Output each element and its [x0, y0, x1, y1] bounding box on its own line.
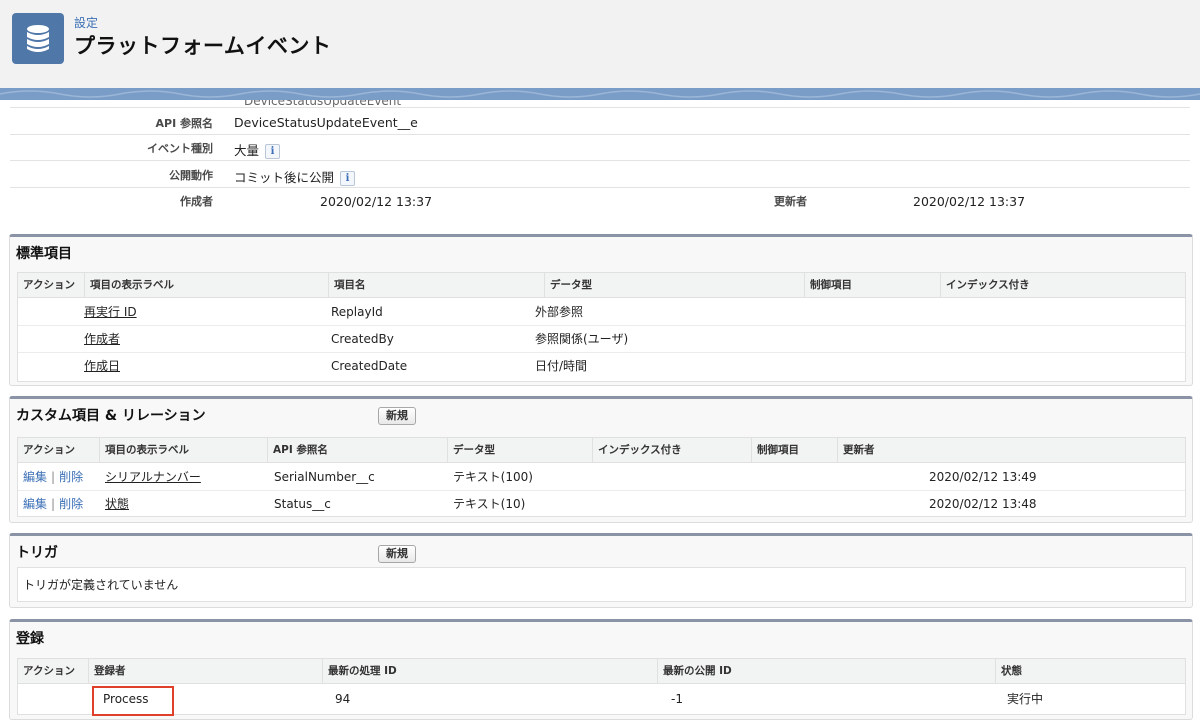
- modified-by-value: 2020/02/12 13:37: [913, 194, 1026, 209]
- section-title: 標準項目: [16, 246, 72, 262]
- col-action: アクション: [23, 279, 75, 291]
- table-header: アクション 項目の表示ラベル API 参照名 データ型 インデックス付き 制御項…: [18, 438, 1185, 463]
- cut-value: DeviceStatusUpdateEvent: [244, 100, 402, 108]
- triggers-section: トリガ 新規 トリガが定義されていません: [9, 533, 1193, 608]
- detail-row-cut: DeviceStatusUpdateEvent: [10, 100, 1190, 108]
- table-row: 作成日 CreatedDate 日付/時間: [18, 353, 1185, 380]
- action-separator: |: [51, 470, 56, 484]
- field-label-link[interactable]: 作成者: [84, 326, 120, 353]
- publish-behavior-value: コミット後に公開: [234, 170, 335, 185]
- info-icon[interactable]: i: [340, 171, 356, 186]
- section-title: トリガ: [16, 545, 58, 561]
- table-row: Process 94 -1 実行中: [18, 685, 1185, 716]
- subscriptions-table: アクション 登録者 最新の処理 ID 最新の公開 ID 状態 Process 9…: [17, 658, 1186, 716]
- col-last-published: 最新の公開 ID: [657, 659, 995, 684]
- table-row: 再実行 ID ReplayId 外部参照: [18, 299, 1185, 326]
- col-label: 項目の表示ラベル: [99, 438, 267, 463]
- field-type: 参照関係(ユーザ): [535, 332, 629, 346]
- col-controlling: 制御項目: [751, 438, 837, 463]
- col-action: アクション: [23, 665, 75, 677]
- event-type-value: 大量: [234, 143, 260, 158]
- field-api-name: Status__c: [274, 497, 331, 511]
- subscription-status: 実行中: [1007, 692, 1044, 706]
- new-custom-field-button[interactable]: 新規: [378, 407, 416, 425]
- field-label-link[interactable]: 再実行 ID: [84, 299, 137, 326]
- detail-row-api-name: API 参照名 DeviceStatusUpdateEvent__e: [10, 108, 1190, 135]
- col-name: 項目名: [328, 273, 544, 298]
- table-row: 編集 | 削除 状態 Status__c テキスト(10) 2020/02/12 1…: [18, 491, 1185, 518]
- subscriptions-section: 登録 アクション 登録者 最新の処理 ID 最新の公開 ID 状態 Proces…: [9, 619, 1193, 720]
- table-header: アクション 項目の表示ラベル 項目名 データ型 制御項目 インデックス付き: [18, 273, 1185, 298]
- last-published-id: -1: [671, 692, 683, 706]
- decorative-band: [0, 88, 1200, 100]
- field-name: CreatedDate: [331, 359, 408, 373]
- field-modified: 2020/02/12 13:48: [929, 497, 1037, 511]
- table-row: 編集 | 削除 シリアルナンバー SerialNumber__c テキスト(100)…: [18, 464, 1185, 491]
- table-header: アクション 登録者 最新の処理 ID 最新の公開 ID 状態: [18, 659, 1185, 684]
- row-actions: 編集 | 削除: [23, 491, 83, 518]
- empty-message: トリガが定義されていません: [23, 578, 179, 592]
- col-indexed: インデックス付き: [940, 273, 1187, 298]
- col-status: 状態: [995, 659, 1187, 684]
- custom-fields-table: アクション 項目の表示ラベル API 参照名 データ型 インデックス付き 制御項…: [17, 437, 1186, 517]
- field-label-link[interactable]: 作成日: [84, 353, 120, 380]
- subscriber-name: Process: [103, 692, 149, 706]
- new-trigger-button[interactable]: 新規: [378, 545, 416, 563]
- col-indexed: インデックス付き: [592, 438, 751, 463]
- modified-by-label: 更新者: [774, 195, 807, 208]
- field-type: テキスト(10): [453, 497, 526, 511]
- section-title: カスタム項目 & リレーション: [16, 408, 206, 424]
- publish-behavior-value-wrap: コミット後に公開 i: [234, 167, 356, 186]
- col-type: データ型: [544, 273, 804, 298]
- standard-fields-table: アクション 項目の表示ラベル 項目名 データ型 制御項目 インデックス付き 再実…: [17, 272, 1186, 382]
- col-controlling: 制御項目: [804, 273, 940, 298]
- edit-link[interactable]: 編集: [23, 497, 47, 511]
- field-name: ReplayId: [331, 305, 383, 319]
- publish-behavior-label: 公開動作: [169, 169, 213, 182]
- created-by-label: 作成者: [180, 195, 213, 208]
- info-icon[interactable]: i: [265, 144, 281, 159]
- created-by-value: 2020/02/12 13:37: [320, 194, 433, 209]
- col-action: アクション: [23, 444, 75, 456]
- col-last-processed: 最新の処理 ID: [322, 659, 657, 684]
- col-type: データ型: [447, 438, 592, 463]
- field-type: 日付/時間: [535, 359, 588, 373]
- col-subscriber: 登録者: [88, 659, 322, 684]
- page-header: 設定 プラットフォームイベント: [0, 0, 1200, 90]
- detail-row-publish-behavior: 公開動作 コミット後に公開 i: [10, 161, 1190, 188]
- standard-fields-section: 標準項目 アクション 項目の表示ラベル 項目名 データ型 制御項目 インデックス…: [9, 234, 1193, 386]
- col-modified-by: 更新者: [837, 438, 1187, 463]
- col-label: 項目の表示ラベル: [84, 273, 328, 298]
- breadcrumb-setup[interactable]: 設定: [74, 14, 98, 31]
- field-name: CreatedBy: [331, 332, 394, 346]
- database-icon: [12, 13, 64, 64]
- field-type: テキスト(100): [453, 470, 533, 484]
- delete-link[interactable]: 削除: [59, 470, 83, 484]
- delete-link[interactable]: 削除: [59, 497, 83, 511]
- event-type-label: イベント種別: [147, 142, 213, 155]
- api-name-label: API 参照名: [155, 117, 214, 130]
- field-api-name: SerialNumber__c: [274, 470, 375, 484]
- detail-row-created: 作成者 2020/02/12 13:37 更新者 2020/02/12 13:3…: [10, 188, 1190, 212]
- row-actions: 編集 | 削除: [23, 464, 83, 491]
- table-row: 作成者 CreatedBy 参照関係(ユーザ): [18, 326, 1185, 353]
- event-type-value-wrap: 大量 i: [234, 140, 281, 159]
- api-name-value: DeviceStatusUpdateEvent__e: [234, 115, 418, 130]
- triggers-table: トリガが定義されていません: [17, 567, 1186, 602]
- field-label-link[interactable]: シリアルナンバー: [105, 464, 201, 491]
- section-title: 登録: [16, 631, 44, 647]
- action-separator: |: [51, 497, 56, 511]
- field-modified: 2020/02/12 13:49: [929, 470, 1037, 484]
- field-label-link[interactable]: 状態: [105, 491, 129, 518]
- page-title: プラットフォームイベント: [74, 34, 332, 58]
- edit-link[interactable]: 編集: [23, 470, 47, 484]
- custom-fields-section: カスタム項目 & リレーション 新規 アクション 項目の表示ラベル API 参照…: [9, 396, 1193, 523]
- col-api-name: API 参照名: [267, 438, 447, 463]
- detail-row-event-type: イベント種別 大量 i: [10, 135, 1190, 161]
- last-processed-id: 94: [335, 692, 351, 706]
- field-type: 外部参照: [535, 305, 584, 319]
